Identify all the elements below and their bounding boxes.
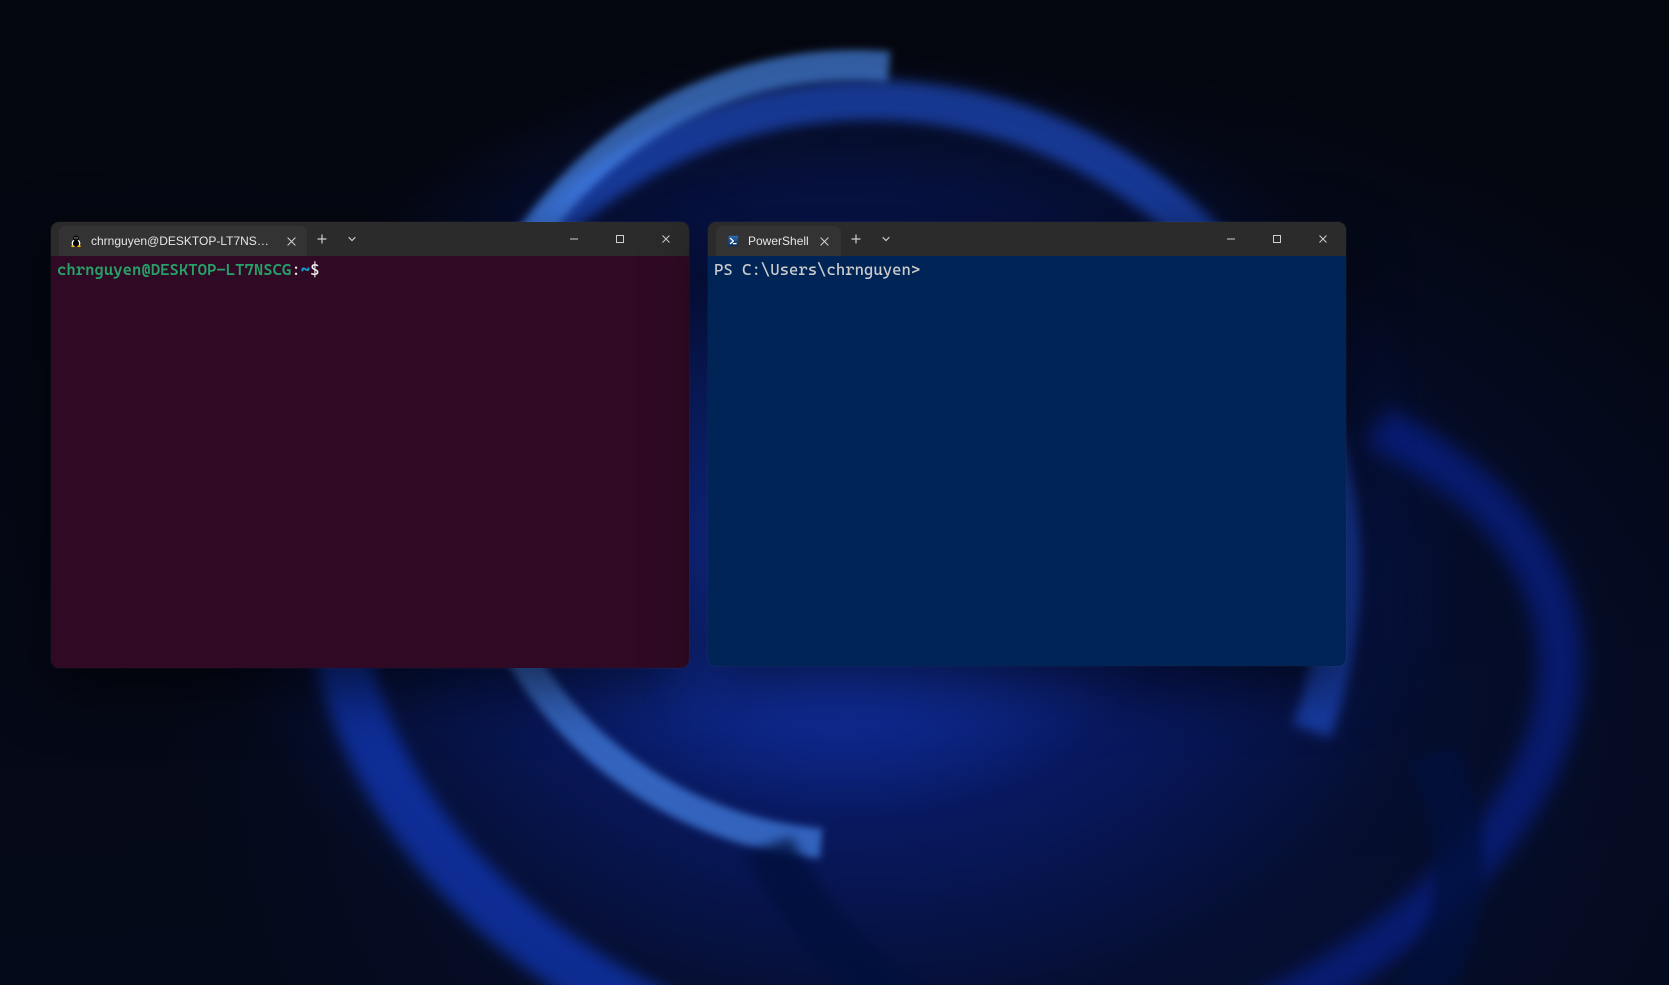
powershell-icon bbox=[726, 234, 740, 248]
tab-title: PowerShell bbox=[748, 234, 809, 248]
prompt-colon: : bbox=[291, 260, 300, 279]
tab-dropdown-button[interactable] bbox=[871, 222, 901, 256]
tux-icon bbox=[69, 234, 83, 248]
tab-ubuntu[interactable]: chrnguyen@DESKTOP-LT7NSCG: ~ bbox=[59, 226, 307, 256]
chevron-down-icon bbox=[347, 234, 357, 244]
new-tab-button[interactable] bbox=[841, 222, 871, 256]
tab-dropdown-button[interactable] bbox=[337, 222, 367, 256]
close-icon bbox=[1318, 234, 1328, 244]
minimize-icon bbox=[1226, 234, 1236, 244]
prompt-symbol: $ bbox=[310, 260, 319, 279]
close-icon bbox=[820, 237, 829, 246]
tab-powershell[interactable]: PowerShell bbox=[716, 226, 841, 256]
terminal-window-ubuntu[interactable]: chrnguyen@DESKTOP-LT7NSCG: ~ bbox=[51, 222, 689, 668]
new-tab-button[interactable] bbox=[307, 222, 337, 256]
minimize-button[interactable] bbox=[1208, 222, 1254, 256]
plus-icon bbox=[851, 234, 861, 244]
minimize-button[interactable] bbox=[551, 222, 597, 256]
prompt-user-host: chrnguyen@DESKTOP-LT7NSCG bbox=[57, 260, 291, 279]
prompt-path: ~ bbox=[301, 260, 310, 279]
titlebar-drag-region[interactable] bbox=[367, 222, 551, 256]
titlebar[interactable]: PowerShell bbox=[708, 222, 1346, 256]
desktop-background: chrnguyen@DESKTOP-LT7NSCG: ~ bbox=[0, 0, 1669, 985]
tab-close-button[interactable] bbox=[283, 233, 299, 249]
titlebar[interactable]: chrnguyen@DESKTOP-LT7NSCG: ~ bbox=[51, 222, 689, 256]
prompt: PS C:\Users\chrnguyen> bbox=[714, 260, 920, 279]
minimize-icon bbox=[569, 234, 579, 244]
maximize-button[interactable] bbox=[1254, 222, 1300, 256]
close-icon bbox=[661, 234, 671, 244]
close-window-button[interactable] bbox=[643, 222, 689, 256]
plus-icon bbox=[317, 234, 327, 244]
tab-close-button[interactable] bbox=[817, 233, 833, 249]
chevron-down-icon bbox=[881, 234, 891, 244]
maximize-icon bbox=[615, 234, 625, 244]
terminal-content[interactable]: chrnguyen@DESKTOP-LT7NSCG:~$ bbox=[51, 256, 689, 668]
tab-title: chrnguyen@DESKTOP-LT7NSCG: ~ bbox=[91, 234, 275, 248]
close-icon bbox=[287, 237, 296, 246]
terminal-content[interactable]: PS C:\Users\chrnguyen> bbox=[708, 256, 1346, 666]
maximize-icon bbox=[1272, 234, 1282, 244]
terminal-window-powershell[interactable]: PowerShell bbox=[708, 222, 1346, 666]
close-window-button[interactable] bbox=[1300, 222, 1346, 256]
titlebar-drag-region[interactable] bbox=[901, 222, 1208, 256]
maximize-button[interactable] bbox=[597, 222, 643, 256]
